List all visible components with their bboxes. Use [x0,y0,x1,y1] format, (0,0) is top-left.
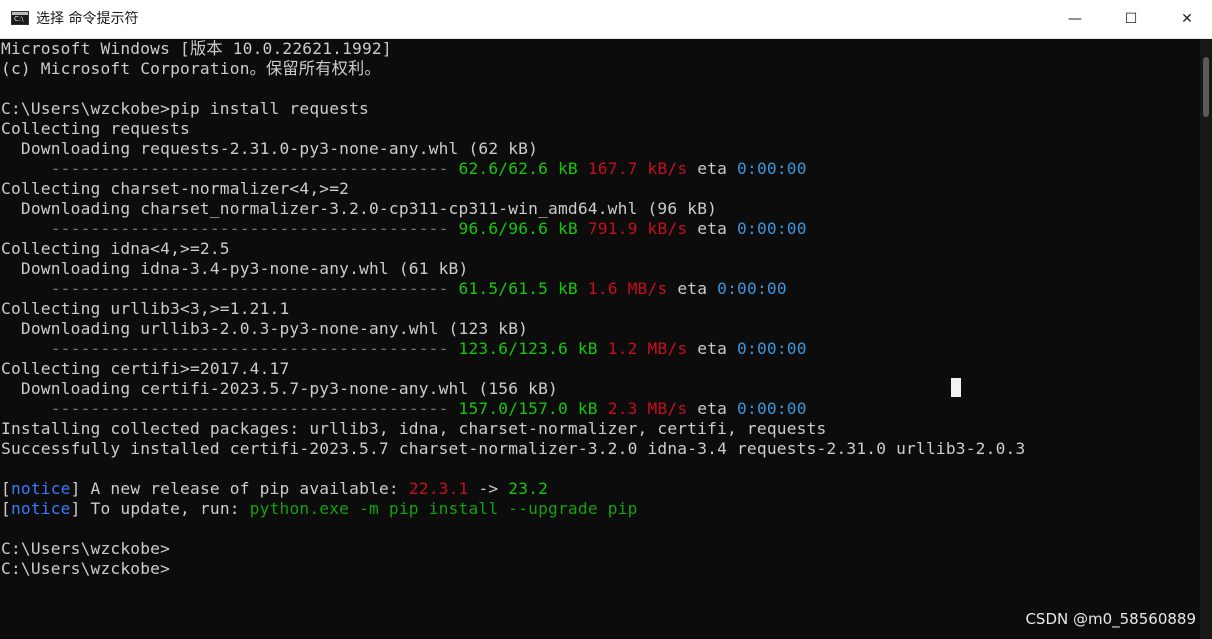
download-size: 157.0/157.0 kB [458,399,598,418]
console-line: ----------------------------------------… [1,399,807,419]
console-line: Collecting certifi>=2017.4.17 [1,359,289,379]
download-speed: 167.7 kB/s [587,159,688,178]
new-version: 23.2 [508,479,549,498]
eta-label: eta [697,339,728,358]
watermark: CSDN @m0_58560889 [1025,610,1196,628]
eta-label: eta [697,399,728,418]
eta-label: eta [697,159,728,178]
download-speed: 791.9 kB/s [587,219,688,238]
console-output[interactable]: Microsoft Windows [版本 10.0.22621.1992] (c… [0,39,1200,639]
maximize-button[interactable]: ☐ [1108,0,1154,38]
eta-time: 0:00:00 [737,219,807,238]
console-text: Collecting certifi>=2017.4.17 [1,359,290,378]
console-line: ----------------------------------------… [1,279,787,299]
console-line: Installing collected packages: urllib3, … [1,419,827,439]
upgrade-command: python.exe -m pip install --upgrade pip [249,499,638,518]
notice-tag: notice [10,479,71,498]
console-line: Downloading charset_normalizer-3.2.0-cp3… [1,199,717,219]
progress-bar: ---------------------------------------- [1,159,459,178]
console-line: Downloading certifi-2023.5.7-py3-none-an… [1,379,558,399]
console-line: Successfully installed certifi-2023.5.7 … [1,439,1025,459]
console-text: Microsoft Windows [版本 10.0.22621.1992] [1,39,392,58]
title-bar[interactable]: C:\ 选择 命令提示符 — ☐ ✕ [0,0,1212,39]
console-text: Collecting charset-normalizer<4,>=2 [1,179,350,198]
console-text: C:\Users\wzckobe> [1,559,171,578]
console-line: Microsoft Windows [版本 10.0.22621.1992] [1,39,392,59]
eta-time: 0:00:00 [737,339,807,358]
close-icon: ✕ [1181,11,1193,27]
old-version: 22.3.1 [408,479,469,498]
progress-bar: ---------------------------------------- [1,279,459,298]
close-button[interactable]: ✕ [1164,0,1210,38]
progress-bar: ---------------------------------------- [1,399,459,418]
console-text: Downloading urllib3-2.0.3-py3-none-any.w… [1,319,529,338]
notice-message: To update, run: [80,499,250,518]
eta-label: eta [697,219,728,238]
console-line: Downloading requests-2.31.0-py3-none-any… [1,139,538,159]
version-arrow: -> [468,479,509,498]
eta-time: 0:00:00 [737,159,807,178]
console-line: C:\Users\wzckobe> [1,559,170,579]
minimize-button[interactable]: — [1052,0,1098,38]
console-line: Collecting urllib3<3,>=1.21.1 [1,299,289,319]
console-line: ----------------------------------------… [1,339,807,359]
eta-time: 0:00:00 [717,279,787,298]
console-line: C:\Users\wzckobe> [1,539,170,559]
console-text: Downloading idna-3.4-py3-none-any.whl (6… [1,259,469,278]
notice-message: A new release of pip available: [80,479,409,498]
download-size: 61.5/61.5 kB [458,279,578,298]
download-speed: 1.2 MB/s [607,339,688,358]
console-text: C:\Users\wzckobe> [1,539,171,558]
text-cursor [951,378,961,397]
console-line: Downloading urllib3-2.0.3-py3-none-any.w… [1,319,528,339]
console-line: C:\Users\wzckobe>pip install requests [1,99,369,119]
console-text: C:\Users\wzckobe>pip install requests [1,99,369,118]
console-text: Installing collected packages: urllib3, … [1,419,827,438]
console-line: Downloading idna-3.4-py3-none-any.whl (6… [1,259,468,279]
progress-bar: ---------------------------------------- [1,219,459,238]
cmd-icon: C:\ [11,11,29,25]
notice-tag: notice [10,499,71,518]
console-text: Collecting requests [1,119,190,138]
console-line: Collecting requests [1,119,190,139]
eta-label: eta [677,279,708,298]
console-text: Downloading requests-2.31.0-py3-none-any… [1,139,539,158]
download-size: 96.6/96.6 kB [458,219,578,238]
console-text: Collecting urllib3<3,>=1.21.1 [1,299,290,318]
console-line: Collecting charset-normalizer<4,>=2 [1,179,349,199]
maximize-icon: ☐ [1124,11,1138,27]
download-size: 62.6/62.6 kB [458,159,578,178]
console-line: [notice] To update, run: python.exe -m p… [1,499,638,518]
progress-bar: ---------------------------------------- [1,339,459,358]
console-text: Downloading certifi-2023.5.7-py3-none-an… [1,379,558,398]
vertical-scrollbar[interactable] [1200,39,1212,639]
minimize-icon: — [1068,11,1082,27]
window-title: 选择 命令提示符 [36,11,139,27]
console-line: ----------------------------------------… [1,219,807,239]
console-line: [notice] A new release of pip available:… [1,479,549,498]
console-line: Collecting idna<4,>=2.5 [1,239,230,259]
scrollbar-thumb[interactable] [1203,57,1209,117]
console-text: (c) Microsoft Corporation。保留所有权利。 [1,59,381,78]
console-text: Downloading charset_normalizer-3.2.0-cp3… [1,199,718,218]
console-line: ----------------------------------------… [1,159,807,179]
download-speed: 2.3 MB/s [607,399,688,418]
download-size: 123.6/123.6 kB [458,339,598,358]
eta-time: 0:00:00 [737,399,807,418]
console-line: (c) Microsoft Corporation。保留所有权利。 [1,59,381,79]
console-text: Collecting idna<4,>=2.5 [1,239,230,258]
console-text: Successfully installed certifi-2023.5.7 … [1,439,1026,458]
download-speed: 1.6 MB/s [587,279,668,298]
